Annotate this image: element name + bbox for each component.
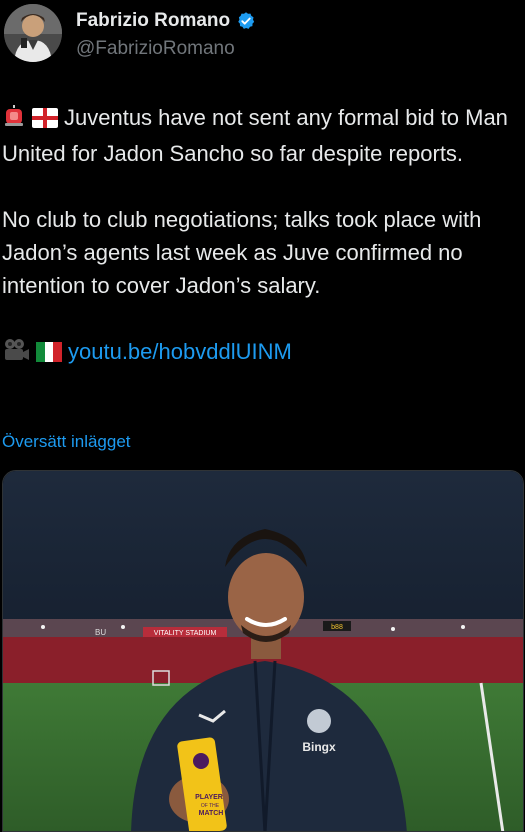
england-flag-icon [32, 104, 58, 137]
trophy-text-line-2: OF THE [201, 803, 220, 809]
verified-badge-icon [238, 12, 255, 29]
shirt-sponsor-text: Bingx [302, 740, 336, 754]
avatar[interactable] [4, 4, 62, 62]
stadium-banner-text: VITALITY STADIUM [154, 630, 217, 637]
sponsor-banner-text: b88 [331, 624, 343, 631]
author-handle[interactable]: @FabrizioRomano [76, 38, 235, 60]
siren-icon [2, 104, 26, 137]
tweet-paragraph-1: Juventus have not sent any formal bid to… [2, 101, 522, 170]
translate-post-link[interactable]: Översätt inlägget [2, 432, 131, 452]
tweet-paragraph-3: youtu.be/hobvddlUINM [2, 335, 522, 371]
italy-flag-icon [36, 338, 62, 371]
tweet-paragraph-1-text: Juventus have not sent any formal bid to… [2, 105, 508, 166]
trophy-text-line-1: PLAYER [195, 794, 223, 801]
camera-icon [2, 338, 30, 371]
stand-sign-text: BU [95, 628, 106, 637]
tweet-text: Juventus have not sent any formal bid to… [2, 101, 522, 371]
tweet-header: Fabrizio Romano @FabrizioRomano [0, 0, 525, 80]
tweet-paragraph-2: No club to club negotiations; talks took… [2, 207, 482, 298]
trophy-text-line-3: MATCH [199, 810, 224, 817]
author-name[interactable]: Fabrizio Romano [76, 10, 230, 32]
name-row: Fabrizio Romano [76, 10, 256, 32]
youtube-link[interactable]: youtu.be/hobvddlUINM [68, 339, 292, 364]
tweet-media-photo[interactable]: VITALITY STADIUM b88 BU Bingx PLAYER OF … [2, 470, 524, 832]
